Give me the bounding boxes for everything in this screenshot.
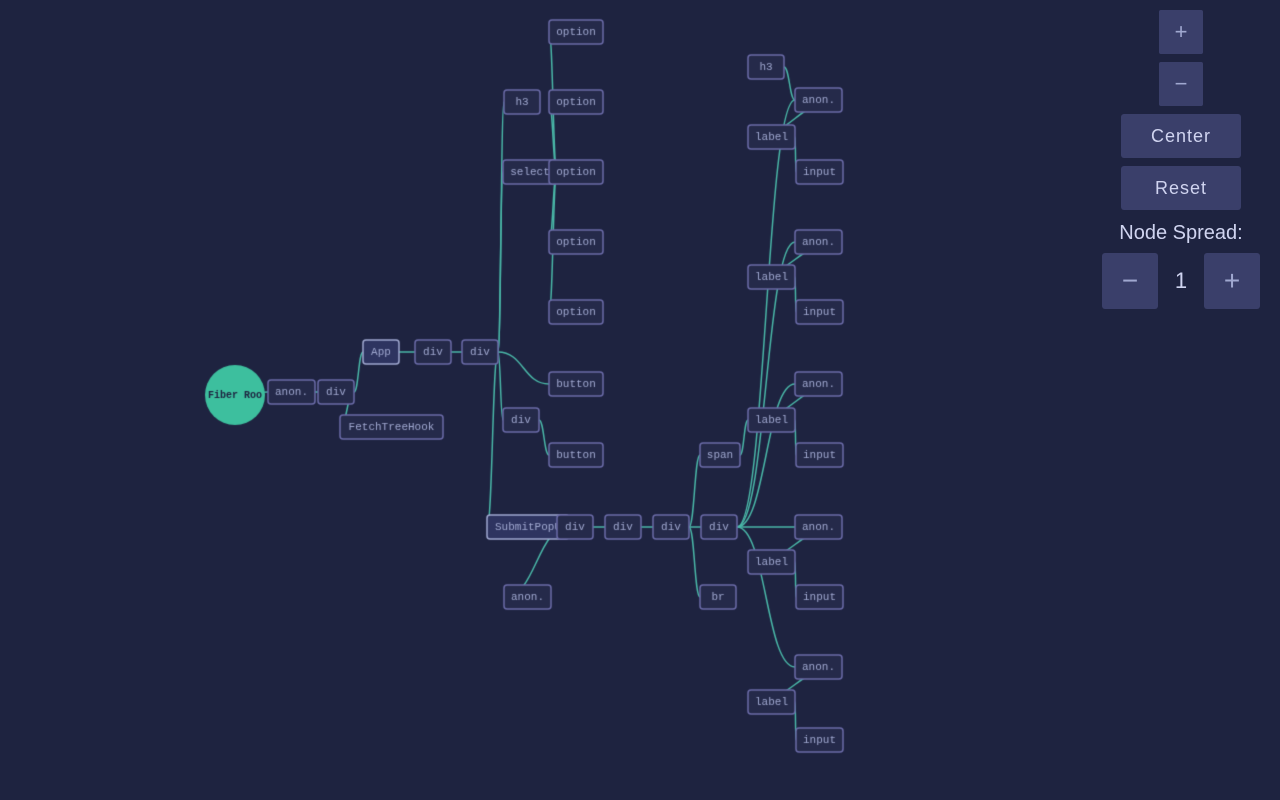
zoom-in-button[interactable]: + [1159,10,1203,54]
spread-controls: − 1 + [1102,253,1260,309]
node-spread-label: Node Spread: [1119,222,1242,245]
center-button[interactable]: Center [1121,114,1241,158]
controls-panel: + − Center Reset Node Spread: − 1 + [1102,10,1260,309]
spread-decrease-button[interactable]: − [1102,253,1158,309]
spread-value: 1 [1166,268,1196,294]
reset-button[interactable]: Reset [1121,166,1241,210]
spread-increase-button[interactable]: + [1204,253,1260,309]
zoom-out-button[interactable]: − [1159,62,1203,106]
